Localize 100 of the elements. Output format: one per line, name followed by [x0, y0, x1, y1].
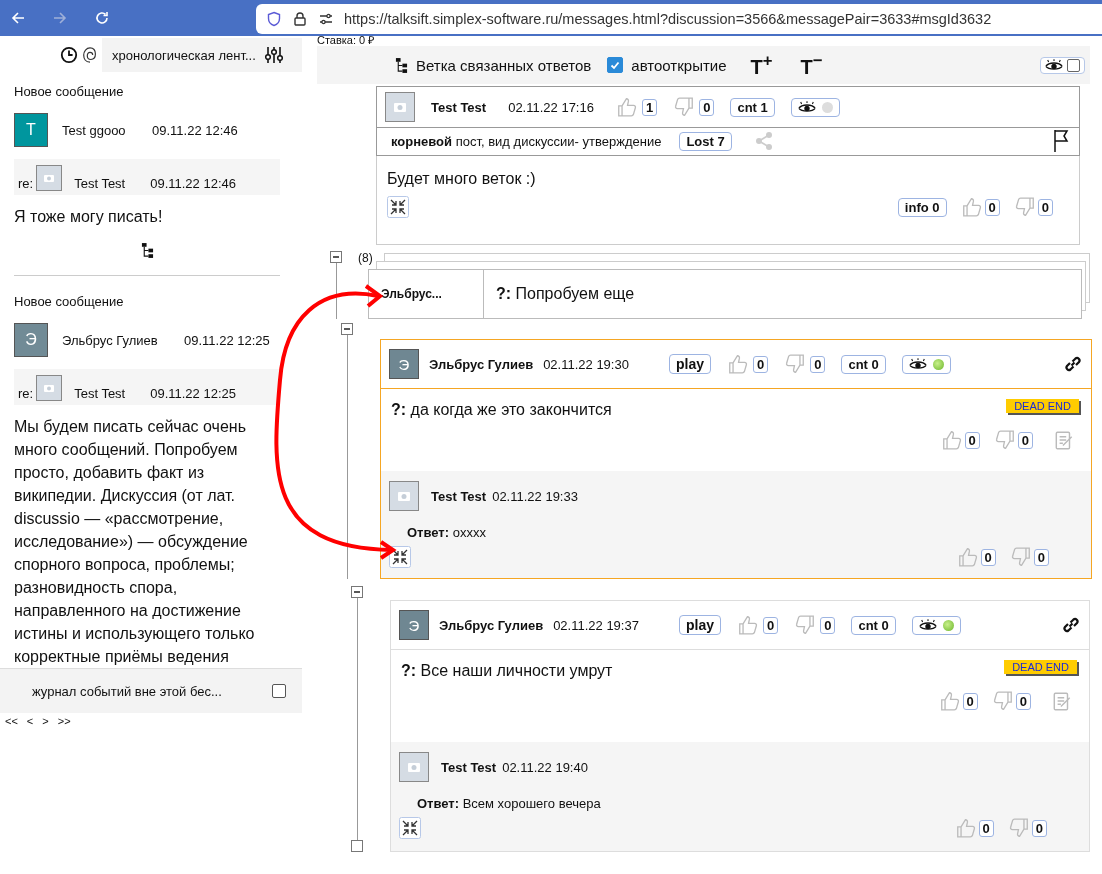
like-count: 0: [962, 692, 978, 710]
reply-prefix: re:: [18, 386, 34, 401]
reply-reference[interactable]: re: Test Test 09.11.22 12:46: [14, 159, 280, 195]
reply-author: Test Test: [74, 176, 127, 191]
address-bar[interactable]: https://talksift.simplex-software.ru/messages.html?discussion=3566&messagePair=3633#msgId3632: [256, 4, 1102, 34]
thumbs-up-icon[interactable]: [615, 96, 638, 118]
timestamp: 02.11.22 19:30: [543, 356, 629, 372]
checkmark-icon: [609, 59, 622, 71]
font-size-button[interactable]: T$^{−}$: [796, 51, 827, 79]
lost-badge[interactable]: Lost 7: [679, 131, 732, 151]
shield-icon: [266, 11, 282, 27]
answer-text: Ответ: oxxxx: [407, 525, 487, 540]
link-icon[interactable]: [1063, 354, 1083, 374]
avatar: Э: [14, 323, 48, 357]
collapse-box-icon[interactable]: [351, 586, 363, 598]
thumbs-down-icon[interactable]: [993, 429, 1016, 451]
thumbs-up-icon[interactable]: [736, 614, 759, 636]
font-size-button[interactable]: T$^{+}$: [746, 51, 777, 79]
seen-toggle[interactable]: [911, 615, 961, 635]
collapse-box-icon[interactable]: [330, 251, 342, 263]
thumbs-down-icon[interactable]: [794, 614, 817, 636]
cnt-badge[interactable]: cnt 1: [730, 97, 775, 117]
pager-link[interactable]: >: [42, 715, 49, 727]
clock-icon[interactable]: [60, 45, 78, 65]
thumbs-up-icon[interactable]: [960, 196, 983, 218]
dislike-count: 0: [1015, 692, 1031, 710]
timestamp: 02.11.22 19:40: [502, 759, 588, 775]
thumbs-up-icon[interactable]: [954, 817, 977, 839]
visibility-checkbox[interactable]: [1067, 58, 1080, 72]
pager-link[interactable]: >>: [57, 715, 71, 727]
permissions-icon[interactable]: [318, 11, 334, 27]
like-count: 1: [641, 98, 658, 116]
author-name[interactable]: Эльбрус Гулиев: [439, 617, 544, 633]
eye-icon: [918, 618, 937, 632]
autoopen-checkbox[interactable]: [607, 57, 624, 73]
author-name[interactable]: Test Test: [441, 759, 497, 775]
photo-placeholder-icon: [36, 375, 63, 401]
pager-link[interactable]: <<: [5, 715, 18, 727]
play-button[interactable]: play: [668, 354, 711, 374]
collapse-arrows-icon[interactable]: [389, 546, 411, 568]
collapse-arrows-icon[interactable]: [387, 196, 409, 218]
tree-icon[interactable]: [140, 242, 154, 259]
filter-sliders-icon[interactable]: [263, 45, 284, 65]
thumbs-down-icon[interactable]: [1007, 817, 1030, 839]
thumbs-down-icon[interactable]: [991, 690, 1014, 712]
thumbs-down-icon[interactable]: [673, 96, 696, 118]
timestamp: 02.11.22 17:16: [508, 99, 594, 115]
collapse-box-icon[interactable]: [341, 323, 353, 335]
thumbs-down-icon[interactable]: [1013, 196, 1036, 218]
empty-box-icon[interactable]: [351, 840, 363, 852]
dislike-count: 0: [1017, 431, 1033, 449]
thumbs-down-icon[interactable]: [1009, 546, 1032, 568]
event-log-label: журнал событий вне этой бес...: [32, 683, 223, 699]
cnt-badge[interactable]: cnt 0: [841, 354, 886, 374]
reload-icon[interactable]: [94, 10, 110, 26]
dislike-count: 0: [1031, 819, 1047, 837]
author-name[interactable]: Test Test: [431, 488, 487, 504]
message-text: Я тоже могу писать!: [14, 207, 164, 227]
url-text: https://talksift.simplex-software.ru/messages.html?discussion=3566&messagePair=3633#msgId3632: [344, 11, 992, 27]
event-log-checkbox[interactable]: [272, 684, 286, 698]
spiral-icon[interactable]: [81, 45, 99, 65]
dislike-count: 0: [1037, 198, 1053, 216]
info-badge[interactable]: info 0: [897, 197, 947, 217]
dead-end-badge: DEAD END: [1004, 660, 1077, 674]
play-button[interactable]: play: [678, 615, 721, 635]
flag-icon[interactable]: [1053, 129, 1069, 153]
like-count: 0: [762, 616, 779, 634]
thumbs-down-icon[interactable]: [784, 353, 807, 375]
photo-placeholder-icon: [399, 752, 429, 782]
avatar: Э: [389, 349, 419, 379]
post-text: Будет много веток :): [387, 170, 537, 188]
author-name[interactable]: Test Test: [431, 99, 487, 115]
visibility-toggle[interactable]: [1040, 56, 1085, 74]
seen-toggle[interactable]: [790, 97, 840, 117]
timeline-selector[interactable]: хронологическая лент...: [102, 38, 302, 72]
message-text: Мы будем писать сейчас очень много сообщений. Попробуем просто, добавить факт из википедии. Дискуссия (от лат. discussio — «рассмотрение, исследование») — обсуждение спорного вопроса, проблемы; разновидность спора, направленного на достижение истины и использующего только корректные приёмы ведения: [14, 417, 256, 667]
cnt-badge[interactable]: cnt 0: [851, 615, 896, 635]
author-name[interactable]: Эльбрус Гулиев: [429, 356, 534, 372]
collapse-arrows-icon[interactable]: [399, 817, 421, 839]
pager-link[interactable]: <: [26, 715, 34, 727]
photo-placeholder-icon: [385, 92, 415, 122]
post-meta-text: корневой пост, вид дискуссии- утверждение: [391, 133, 662, 149]
seen-toggle[interactable]: [901, 354, 951, 374]
dislike-count: 0: [820, 616, 836, 634]
reply-reference[interactable]: re: Test Test 09.11.22 12:25: [14, 369, 280, 405]
reply-timestamp: 09.11.22 12:46: [150, 176, 236, 191]
collapsed-thread-card[interactable]: Эльбрус... ?: Попробуем еще: [368, 269, 1082, 319]
thumbs-up-icon[interactable]: [938, 690, 961, 712]
like-count: 0: [752, 355, 769, 373]
back-icon[interactable]: [10, 10, 26, 26]
lock-icon: [292, 11, 308, 27]
author-name[interactable]: Эльбрус Гулиев: [62, 332, 184, 348]
tree-icon[interactable]: [395, 56, 408, 74]
thumbs-up-icon[interactable]: [726, 353, 749, 375]
thumbs-up-icon[interactable]: [956, 546, 979, 568]
author-name[interactable]: Test ggooo: [62, 122, 152, 138]
link-icon[interactable]: [1061, 615, 1081, 635]
dislike-count: 0: [1033, 548, 1049, 566]
thumbs-up-icon[interactable]: [940, 429, 963, 451]
timestamp: 02.11.22 19:33: [492, 488, 578, 504]
